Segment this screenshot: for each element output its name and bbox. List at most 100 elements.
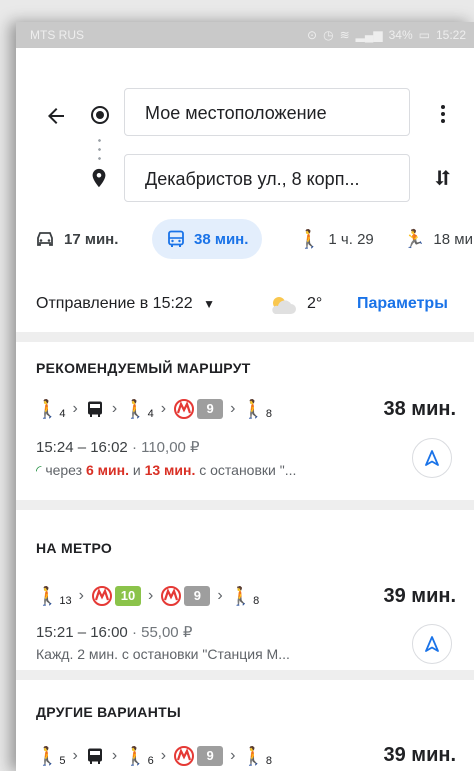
route-times: 15:24 – 16:02 · 110,00 ₽: [36, 439, 200, 456]
back-arrow-icon[interactable]: [44, 104, 68, 128]
mode-car-time: 17 мин.: [64, 230, 119, 248]
route-duration: 38 мин.: [383, 398, 456, 420]
wifi-icon: ≋: [339, 28, 350, 42]
walk-step: 🚶 13: [36, 585, 72, 607]
fare: 55,00 ₽: [141, 624, 193, 641]
divider: [16, 670, 474, 680]
mode-walk-time: 1 ч. 29: [328, 230, 374, 248]
route-steps: 🚶 4 › › 🚶 4 › 9 › 🚶 8: [36, 392, 272, 426]
chevron-right-icon: ›: [230, 747, 236, 764]
chevron-right-icon: ›: [160, 747, 167, 764]
chevron-right-icon: ›: [148, 587, 154, 604]
swap-icon[interactable]: [431, 166, 455, 190]
route-duration: 39 мин.: [383, 585, 456, 607]
time-range: 15:24 – 16:02: [36, 439, 128, 456]
chevron-right-icon: ›: [111, 400, 118, 417]
departure-in-1: 6 мин.: [85, 462, 129, 478]
walk-icon: 🚶: [124, 745, 147, 766]
navigation-arrow-icon: [425, 450, 439, 466]
walk-step: 🚶 6: [124, 745, 154, 767]
divider: [16, 500, 474, 510]
chevron-right-icon: ›: [217, 587, 223, 604]
departure-label: Отправление в 15:22: [36, 295, 193, 312]
chevron-right-icon: ›: [230, 400, 236, 417]
walk-icon: 🚶: [242, 398, 265, 419]
destination-input[interactable]: Декабристов ул., 8 корп...: [124, 154, 410, 202]
realtime-note: ◜ через 6 мин. и 13 мин. с остановки "..…: [36, 462, 297, 478]
route-duration: 39 мин.: [383, 744, 456, 766]
route-times: 15:21 – 16:00 · 55,00 ₽: [36, 624, 193, 641]
card-title: РЕКОМЕНДУЕМЫЙ МАРШРУТ: [36, 360, 251, 376]
metro-step: 10: [91, 586, 141, 606]
navigate-button[interactable]: [412, 438, 452, 478]
mode-walk[interactable]: 🚶 1 ч. 29: [298, 219, 374, 259]
chevron-right-icon: ›: [78, 587, 84, 604]
mode-car[interactable]: 17 мин.: [34, 219, 118, 259]
route-card-metro[interactable]: НА МЕТРО 🚶 13 › 10 › 9 › 🚶 8 39 мин. 15:…: [16, 510, 474, 670]
status-bar: MTS RUS ⊙ ◷ ≋ ▂▄▆ 34% ▭ 15:22: [16, 22, 474, 48]
car-icon: [37, 232, 53, 246]
line-badge: 9: [184, 586, 211, 606]
walk-icon: 🚶: [124, 398, 147, 419]
mode-ride[interactable]: 🏃 18 ми: [403, 219, 473, 259]
battery-icon: ▭: [418, 28, 430, 42]
walk-step: 🚶 8: [229, 585, 260, 607]
navigate-button[interactable]: [412, 624, 452, 664]
ride-icon: 🏃: [403, 228, 426, 249]
more-options-icon[interactable]: [431, 102, 455, 126]
chevron-right-icon: ›: [72, 400, 78, 417]
route-steps: 🚶 5 › › 🚶 6 › 9 › 🚶 8: [36, 739, 272, 771]
fare: 110,00 ₽: [141, 439, 200, 456]
temperature: 2°: [307, 295, 323, 312]
travel-modes: 17 мин. 38 мин. 🚶 1 ч. 29 🏃 18 ми: [16, 219, 474, 259]
card-title: НА МЕТРО: [36, 540, 113, 556]
alarm-icon: ◷: [323, 28, 334, 42]
line-badge: 10: [115, 586, 141, 606]
walk-step: 🚶 4: [124, 398, 154, 420]
metro-icon: [174, 746, 195, 766]
route-card-recommended[interactable]: РЕКОМЕНДУЕМЫЙ МАРШРУТ 🚶 4 › › 🚶 4 › 9 › 🚶 8: [16, 342, 474, 500]
walk-icon: 🚶: [298, 228, 321, 249]
metro-icon: [174, 399, 195, 419]
realtime-icon: ◜: [36, 462, 42, 478]
departure-in-2: 13 мин.: [144, 462, 196, 478]
battery-percent: 34%: [388, 28, 413, 42]
walk-icon: 🚶: [36, 585, 59, 606]
route-dots: [98, 136, 101, 162]
walk-icon: 🚶: [36, 745, 59, 766]
metro-icon: [161, 586, 182, 606]
walk-icon: 🚶: [229, 585, 253, 606]
navigation-arrow-icon: [425, 636, 439, 652]
walk-icon: 🚶: [36, 398, 59, 419]
walk-step: 🚶 8: [242, 745, 272, 767]
route-card-other[interactable]: ДРУГИЕ ВАРИАНТЫ 🚶5 › › 🚶6 › 9 › 🚶8 39: [16, 680, 474, 771]
route-steps: 🚶 13 › 10 › 9 › 🚶 8: [36, 579, 259, 613]
dropdown-arrow-icon: ▼: [203, 297, 216, 311]
frequency-note: Кажд. 2 мин. с остановки "Станция М...: [36, 646, 290, 662]
carrier-label: MTS RUS: [30, 28, 84, 42]
chevron-right-icon: ›: [72, 747, 78, 764]
departure-row: Отправление в 15:22 ▼ 2° Параметры: [16, 278, 474, 332]
params-link[interactable]: Параметры: [357, 295, 448, 313]
walk-step: 🚶 8: [242, 398, 272, 420]
weather-icon: [272, 297, 296, 314]
metro-icon: [92, 586, 112, 606]
bus-icon: [87, 401, 102, 417]
metro-step: 9: [173, 746, 224, 766]
walk-step: 🚶 4: [36, 398, 66, 420]
line-badge: 9: [197, 399, 224, 419]
card-title: ДРУГИЕ ВАРИАНТЫ: [36, 704, 181, 720]
mode-ride-time: 18 ми: [433, 230, 473, 248]
destination-pin-icon: [92, 168, 106, 188]
origin-input[interactable]: Мое местоположение: [124, 88, 410, 136]
chevron-right-icon: ›: [160, 400, 167, 417]
metro-step: 9: [160, 586, 211, 606]
departure-time-select[interactable]: Отправление в 15:22 ▼: [36, 295, 215, 313]
time-range: 15:21 – 16:00: [36, 624, 128, 641]
signal-icon: ▂▄▆: [355, 28, 383, 42]
mode-transit[interactable]: 38 мин.: [152, 219, 263, 259]
metro-step: 9: [173, 399, 224, 419]
line-badge: 9: [197, 746, 224, 766]
mode-transit-time: 38 мин.: [194, 230, 249, 248]
bus-icon: [168, 230, 184, 247]
